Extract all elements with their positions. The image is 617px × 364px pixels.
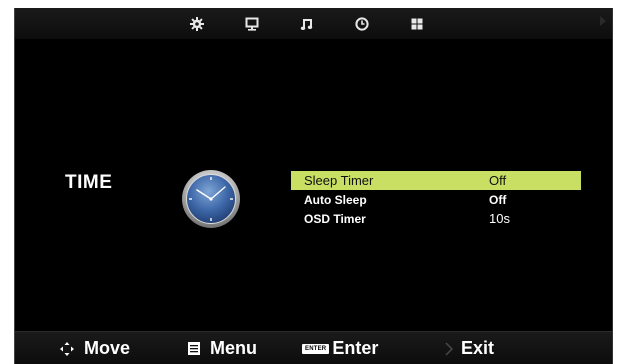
menu-item-label: Auto Sleep xyxy=(304,192,367,207)
menu-item-value: Off xyxy=(489,173,507,188)
menu-item-value: 10s xyxy=(489,211,510,226)
hint-enter: ENTER Enter xyxy=(302,332,378,364)
tab-setup[interactable] xyxy=(169,8,224,39)
category-tab-bar xyxy=(15,8,612,40)
menu-item-auto-sleep[interactable]: Auto Sleep Off xyxy=(291,190,581,209)
scroll-right-arrow-icon xyxy=(600,16,606,26)
hint-move-label: Move xyxy=(84,338,131,358)
tab-picture[interactable] xyxy=(224,8,279,39)
clock-icon xyxy=(354,16,369,31)
tv-osd-screen: TIME Sleep Timer Off Auto Sleep Off OSD … xyxy=(14,8,613,364)
move-arrows-icon xyxy=(60,341,74,356)
hint-enter-label: Enter xyxy=(332,338,379,358)
tab-options[interactable] xyxy=(389,8,444,39)
menu-item-label: OSD Timer xyxy=(304,211,366,226)
menu-icon xyxy=(188,342,200,355)
menu-item-label: Sleep Timer xyxy=(304,173,374,188)
time-settings-panel: TIME Sleep Timer Off Auto Sleep Off OSD … xyxy=(15,39,612,329)
page-title: TIME xyxy=(65,172,113,193)
monitor-icon xyxy=(245,17,258,31)
gear-icon xyxy=(189,16,204,31)
key-hint-bar: Move Menu ENTER Enter Exit xyxy=(15,331,612,364)
menu-item-sleep-timer[interactable]: Sleep Timer Off xyxy=(291,171,581,190)
category-tabs xyxy=(169,8,444,39)
analog-clock-icon xyxy=(182,170,240,228)
menu-item-osd-timer[interactable]: OSD Timer 10s xyxy=(291,209,581,228)
tab-time[interactable] xyxy=(334,8,389,39)
menu-item-value: Off xyxy=(489,192,507,207)
exit-icon xyxy=(445,341,453,356)
tab-sound[interactable] xyxy=(279,8,334,39)
hint-exit-label: Exit xyxy=(461,338,495,358)
time-settings-menu: Sleep Timer Off Auto Sleep Off OSD Timer… xyxy=(291,171,581,228)
hint-menu-label: Menu xyxy=(210,338,257,358)
hint-move: Move xyxy=(60,332,130,364)
grid-icon xyxy=(411,18,422,29)
hint-menu: Menu xyxy=(188,332,257,364)
hint-exit: Exit xyxy=(445,332,494,364)
music-note-icon xyxy=(300,18,312,30)
enter-key-icon: ENTER xyxy=(302,343,330,354)
